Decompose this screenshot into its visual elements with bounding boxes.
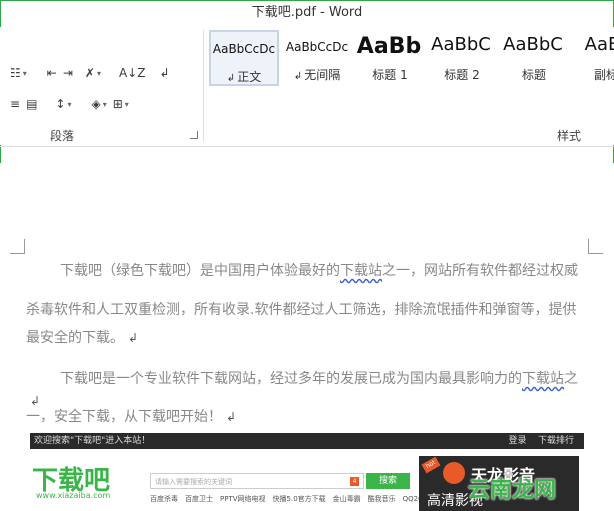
decrease-indent-icon: ⇤: [46, 66, 57, 80]
site-link: 金山毒霸: [332, 495, 361, 503]
style-name: ↲ 正文: [226, 70, 262, 84]
site-link: 百度卫士: [185, 495, 213, 503]
site-link: PPTV网络电视: [220, 495, 266, 503]
group-separator: [203, 30, 204, 142]
site-search-button: 搜索: [366, 473, 410, 489]
style-name: 标题 2: [444, 68, 480, 82]
style-sample: AaBbC: [503, 34, 563, 55]
line-spacing-icon: ↕: [55, 97, 66, 111]
site-hot-links: 百度杀毒 百度卫士 PPTV网络电视 快播5.0官方下载 金山毒霸 酷我音乐 QQ2014: [150, 494, 439, 504]
margin-corner-right: [588, 239, 603, 254]
login-link: 登录: [508, 436, 527, 446]
style-0[interactable]: AaBbCcDc ↲ 正文: [209, 30, 279, 86]
style-sample: AaBl: [584, 34, 614, 55]
bullets-icon: ☷: [10, 66, 21, 80]
style-name: 标题: [521, 68, 546, 82]
text-direction-icon: ✗: [84, 66, 95, 80]
style-1[interactable]: AaBbCcDc ↲ 无间隔: [281, 30, 353, 86]
ribbon: ☷ ▾ ⇤ ⇥ ✗ ▾ A↓Z ↲ ≡ ▤ ↕ ▾ ◈ ▾ ⊞ ▾ 段落 AaBbCcDc…: [0, 27, 614, 145]
sort-icon: A↓Z: [118, 66, 146, 80]
paragraph-mark-icon: ↲: [159, 66, 170, 80]
ruler: [0, 146, 614, 164]
style-2[interactable]: AaBb 标题 1: [353, 30, 425, 86]
style-5[interactable]: AaBl 副标: [569, 30, 614, 86]
show-marks-button[interactable]: ↲: [159, 63, 169, 83]
style-sample: AaBbCcDc: [212, 42, 276, 56]
style-sample: AaBbCcDc: [285, 40, 349, 54]
window-title: 下载吧.pdf - Word: [251, 5, 363, 20]
styles-gallery: AaBbCcDc ↲ 正文 AaBbCcDc ↲ 无间隔 AaBb 标题 1 AaBbC 标题 2…: [208, 30, 614, 112]
style-name: ↲ 无间隔: [293, 68, 341, 82]
increase-indent-icon: ⇥: [62, 66, 73, 80]
sort-button[interactable]: A↓Z: [119, 63, 145, 83]
line-spacing-button[interactable]: ↕ ▾: [55, 94, 71, 114]
text-direction-button[interactable]: ✗ ▾: [85, 63, 101, 83]
distributed-button[interactable]: ▤: [26, 94, 37, 114]
site-url: www.xiazaiba.com: [36, 491, 111, 500]
site-search-box: 请输入需要搜索的关键词 4: [150, 473, 364, 489]
style-name: 副标: [593, 68, 614, 82]
style-3[interactable]: AaBbC 标题 2: [425, 30, 497, 86]
welcome-text: 欢迎搜索"下载吧"进入本站！: [34, 436, 151, 446]
paragraph-dialog-launcher[interactable]: [190, 131, 198, 139]
justify-icon: ≡: [10, 97, 21, 111]
distributed-icon: ▤: [26, 97, 38, 111]
ribbon-row-1: ☷ ▾ ⇤ ⇥ ✗ ▾ A↓Z ↲: [10, 63, 176, 83]
site-link: 酷我音乐: [367, 495, 396, 503]
watermark: 云南龙网: [468, 478, 557, 503]
style-4[interactable]: AaBbC 标题: [497, 30, 569, 86]
paragraph-1-line-3: 最安全的下载。 ↲: [26, 330, 139, 346]
document-page: 下载吧（绿色下载吧）是中国用户体验最好的下载站之一，网站所有软件都经过权威 杀毒…: [0, 163, 614, 511]
shading-button[interactable]: ◈ ▾: [91, 94, 106, 114]
style-sample: AaBb: [356, 34, 422, 59]
style-name: 标题 1: [372, 68, 408, 82]
margin-corner-left: [10, 239, 25, 254]
paragraph-1: 下载吧（绿色下载吧）是中国用户体验最好的下载站之一，网站所有软件都经过权威: [60, 263, 578, 279]
site-topbar: 欢迎搜索"下载吧"进入本站！ 登录 下载排行: [30, 433, 584, 449]
paragraph-1-line-2: 杀毒软件和人工双重检测，所有收录.软件都经过人工筛选，排除流氓插件和弹窗等，提供: [26, 302, 577, 318]
ribbon-row-2: ≡ ▤ ↕ ▾ ◈ ▾ ⊞ ▾: [10, 94, 135, 114]
paragraph-group-label: 段落: [50, 129, 75, 143]
styles-group-label: 样式: [557, 129, 582, 143]
increase-indent-button[interactable]: ⇥: [63, 63, 73, 83]
paragraph-2-line-2: 一，安全下载，从下载吧开始！ ↲: [26, 409, 237, 425]
title-bar: 下载吧.pdf - Word 图: [0, 0, 614, 48]
bullets-button[interactable]: ☷ ▾: [10, 63, 27, 83]
style-sample: AaBbC: [431, 34, 491, 55]
site-link: 百度杀毒: [150, 495, 178, 503]
player-logo-icon: [443, 462, 465, 484]
rank-link: 下载排行: [537, 436, 574, 446]
site-link: 快播5.0官方下载: [272, 495, 326, 503]
justify-button[interactable]: ≡: [10, 94, 20, 114]
borders-button[interactable]: ⊞ ▾: [113, 94, 129, 114]
shading-icon: ◈: [91, 97, 101, 111]
borders-icon: ⊞: [112, 97, 123, 111]
decrease-indent-button[interactable]: ⇤: [47, 63, 57, 83]
